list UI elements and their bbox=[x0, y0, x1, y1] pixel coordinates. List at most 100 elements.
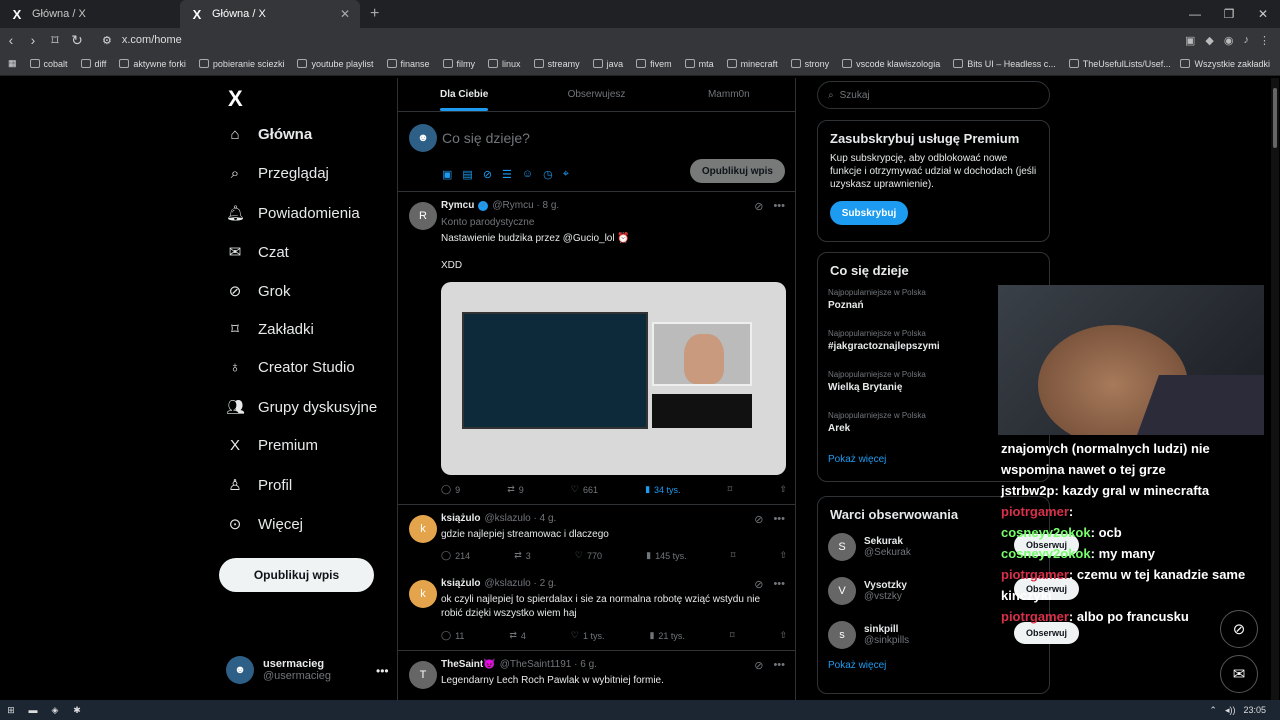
share-button[interactable]: ⇧ bbox=[779, 550, 787, 561]
bookmark-button[interactable]: ⌑ bbox=[731, 550, 736, 561]
bookmark-button[interactable]: ⌑ bbox=[730, 630, 735, 641]
tweet[interactable]: k książulo @kslazulo · 2 g. ⊘ ••• ok czyli… bbox=[398, 570, 795, 651]
avatar[interactable]: k bbox=[409, 515, 437, 543]
reply-button[interactable]: ◯ 214 bbox=[441, 550, 470, 561]
apps-icon[interactable]: ▦ bbox=[8, 58, 17, 69]
forward-icon[interactable]: › bbox=[22, 32, 44, 48]
more-icon[interactable]: ••• bbox=[773, 578, 785, 591]
retweet-button[interactable]: ⇄ 3 bbox=[514, 550, 531, 561]
more-icon[interactable]: ••• bbox=[773, 659, 785, 672]
share-button[interactable]: ⇧ bbox=[779, 484, 787, 495]
close-icon[interactable]: ✕ bbox=[340, 7, 350, 21]
bookmark-folder[interactable]: fivem bbox=[636, 59, 672, 69]
bookmark-folder[interactable]: java bbox=[592, 59, 623, 69]
bookmark-item[interactable]: diff bbox=[80, 59, 106, 69]
extension-icon[interactable]: ◆ bbox=[1205, 34, 1213, 47]
reply-button[interactable]: ◯ 11 bbox=[441, 630, 464, 641]
more-icon[interactable]: ••• bbox=[773, 513, 785, 526]
views-button[interactable]: ▮ 21 tys. bbox=[649, 630, 684, 641]
bookmark-folder[interactable]: filmy bbox=[442, 59, 475, 69]
reply-button[interactable]: ◯ 9 bbox=[441, 484, 460, 495]
avatar[interactable]: R bbox=[409, 202, 437, 230]
bookmark-item[interactable]: vscode klawiszologia bbox=[842, 59, 940, 69]
nav-profile[interactable]: ♙ Profil bbox=[226, 476, 292, 495]
views-button[interactable]: ▮ 145 tys. bbox=[646, 550, 686, 561]
bookmark-item[interactable]: pobieranie sciezki bbox=[198, 59, 284, 69]
compose-post-button[interactable]: Opublikuj wpis bbox=[689, 159, 785, 183]
extension-icon[interactable]: ▣ bbox=[1185, 34, 1195, 47]
maximize-icon[interactable]: ❐ bbox=[1212, 0, 1246, 28]
windows-start-icon[interactable]: ⊞ bbox=[0, 705, 22, 716]
bookmark-folder[interactable]: linux bbox=[488, 59, 521, 69]
bookmark-icon[interactable]: ⌑ bbox=[44, 32, 66, 49]
grok-icon[interactable]: ⊘ bbox=[754, 200, 763, 213]
browser-tab-active[interactable]: X Główna / X ✕ bbox=[180, 0, 360, 28]
like-button[interactable]: ♡ 1 tys. bbox=[571, 630, 605, 641]
like-button[interactable]: ♡ 661 bbox=[571, 484, 598, 495]
bookmark-item[interactable]: Bits UI – Headless c... bbox=[953, 59, 1056, 69]
grok-icon[interactable]: ⊘ bbox=[754, 578, 763, 591]
nav-premium[interactable]: X Premium bbox=[226, 437, 318, 454]
image-icon[interactable]: ▣ bbox=[442, 168, 452, 181]
retweet-button[interactable]: ⇄ 9 bbox=[507, 484, 524, 495]
menu-icon[interactable]: ⋮ bbox=[1259, 34, 1270, 47]
views-button[interactable]: ▮ 34 tys. bbox=[645, 484, 680, 495]
bookmark-item[interactable]: TheUsefulLists/Usef... bbox=[1068, 59, 1171, 69]
grok-fab-button[interactable]: ⊘ bbox=[1220, 610, 1258, 648]
share-button[interactable]: ⇧ bbox=[779, 630, 787, 641]
compose-input[interactable]: Co się dzieje? bbox=[442, 130, 530, 146]
post-button[interactable]: Opublikuj wpis bbox=[219, 558, 374, 592]
all-bookmarks[interactable]: Wszystkie zakładki bbox=[1180, 59, 1270, 69]
schedule-icon[interactable]: ◷ bbox=[543, 168, 553, 181]
close-window-icon[interactable]: ✕ bbox=[1246, 0, 1280, 28]
gif-icon[interactable]: ▤ bbox=[462, 168, 472, 181]
nav-chat[interactable]: ✉ Czat bbox=[226, 243, 289, 262]
url-field[interactable]: ⚙ x.com/home bbox=[102, 30, 1002, 50]
back-icon[interactable]: ‹ bbox=[0, 32, 22, 48]
avatar[interactable]: T bbox=[409, 661, 437, 689]
bookmark-item[interactable]: youtube playlist bbox=[297, 59, 374, 69]
search-input[interactable]: ⌕ Szukaj bbox=[817, 81, 1050, 109]
scrollbar[interactable] bbox=[1271, 78, 1279, 700]
location-icon[interactable]: ⌖ bbox=[563, 168, 569, 181]
volume-icon[interactable]: ◂)) bbox=[1225, 705, 1236, 716]
tab-mammon[interactable]: Mamm0n bbox=[663, 78, 795, 111]
clock[interactable]: 23:05 bbox=[1243, 705, 1266, 716]
show-more-link[interactable]: Pokaż więcej bbox=[828, 660, 1039, 671]
extension-icon[interactable]: ◉ bbox=[1224, 34, 1234, 47]
site-settings-icon[interactable]: ⚙ bbox=[102, 34, 112, 47]
tweet[interactable]: R Rymcu ✓ @Rymcu · 8 g. ⊘ ••• Konto parodys… bbox=[398, 192, 795, 505]
bookmark-folder[interactable]: strony bbox=[790, 59, 829, 69]
nav-communities[interactable]: 👥︎ Grupy dyskusyjne bbox=[226, 398, 377, 417]
bookmark-folder[interactable]: finanse bbox=[386, 59, 430, 69]
tab-following[interactable]: Obserwujesz bbox=[530, 78, 662, 111]
grok-icon[interactable]: ⊘ bbox=[754, 513, 763, 526]
messages-fab-button[interactable]: ✉ bbox=[1220, 655, 1258, 693]
more-icon[interactable]: ••• bbox=[773, 200, 785, 213]
bookmark-item[interactable]: aktywne forki bbox=[119, 59, 186, 69]
bookmark-item[interactable]: cobalt bbox=[29, 59, 68, 69]
tweet-media[interactable] bbox=[441, 282, 786, 475]
account-switcher[interactable]: ☻ usermacieg @usermacieg ••• bbox=[226, 656, 389, 684]
app-icon[interactable]: ✱ bbox=[66, 705, 88, 716]
grok-icon[interactable]: ⊘ bbox=[483, 168, 492, 181]
avatar[interactable]: k bbox=[409, 580, 437, 608]
emoji-icon[interactable]: ☺ bbox=[522, 168, 533, 181]
nav-creator-studio[interactable]: ♁ Creator Studio bbox=[226, 359, 354, 376]
subscribe-button[interactable]: Subskrybuj bbox=[830, 201, 908, 225]
browser-tab[interactable]: X Główna / X bbox=[0, 0, 180, 28]
nav-more[interactable]: ⊙ Więcej bbox=[226, 515, 303, 534]
bookmark-folder[interactable]: streamy bbox=[533, 59, 580, 69]
bookmark-folder[interactable]: minecraft bbox=[726, 59, 778, 69]
reload-icon[interactable]: ↻ bbox=[66, 32, 88, 49]
like-button[interactable]: ♡ 770 bbox=[575, 550, 602, 561]
x-logo-icon[interactable]: X bbox=[228, 86, 243, 112]
retweet-button[interactable]: ⇄ 4 bbox=[509, 630, 526, 641]
folder-icon[interactable]: ▬ bbox=[22, 705, 44, 715]
nav-bookmarks[interactable]: ⌑ Zakładki bbox=[226, 320, 314, 339]
extension-icon[interactable]: ♪ bbox=[1244, 34, 1250, 47]
minimize-icon[interactable]: — bbox=[1178, 0, 1212, 28]
bookmark-folder[interactable]: mta bbox=[684, 59, 714, 69]
nav-explore[interactable]: ⌕ Przeglądaj bbox=[226, 165, 329, 182]
tab-for-you[interactable]: Dla Ciebie bbox=[398, 78, 530, 111]
